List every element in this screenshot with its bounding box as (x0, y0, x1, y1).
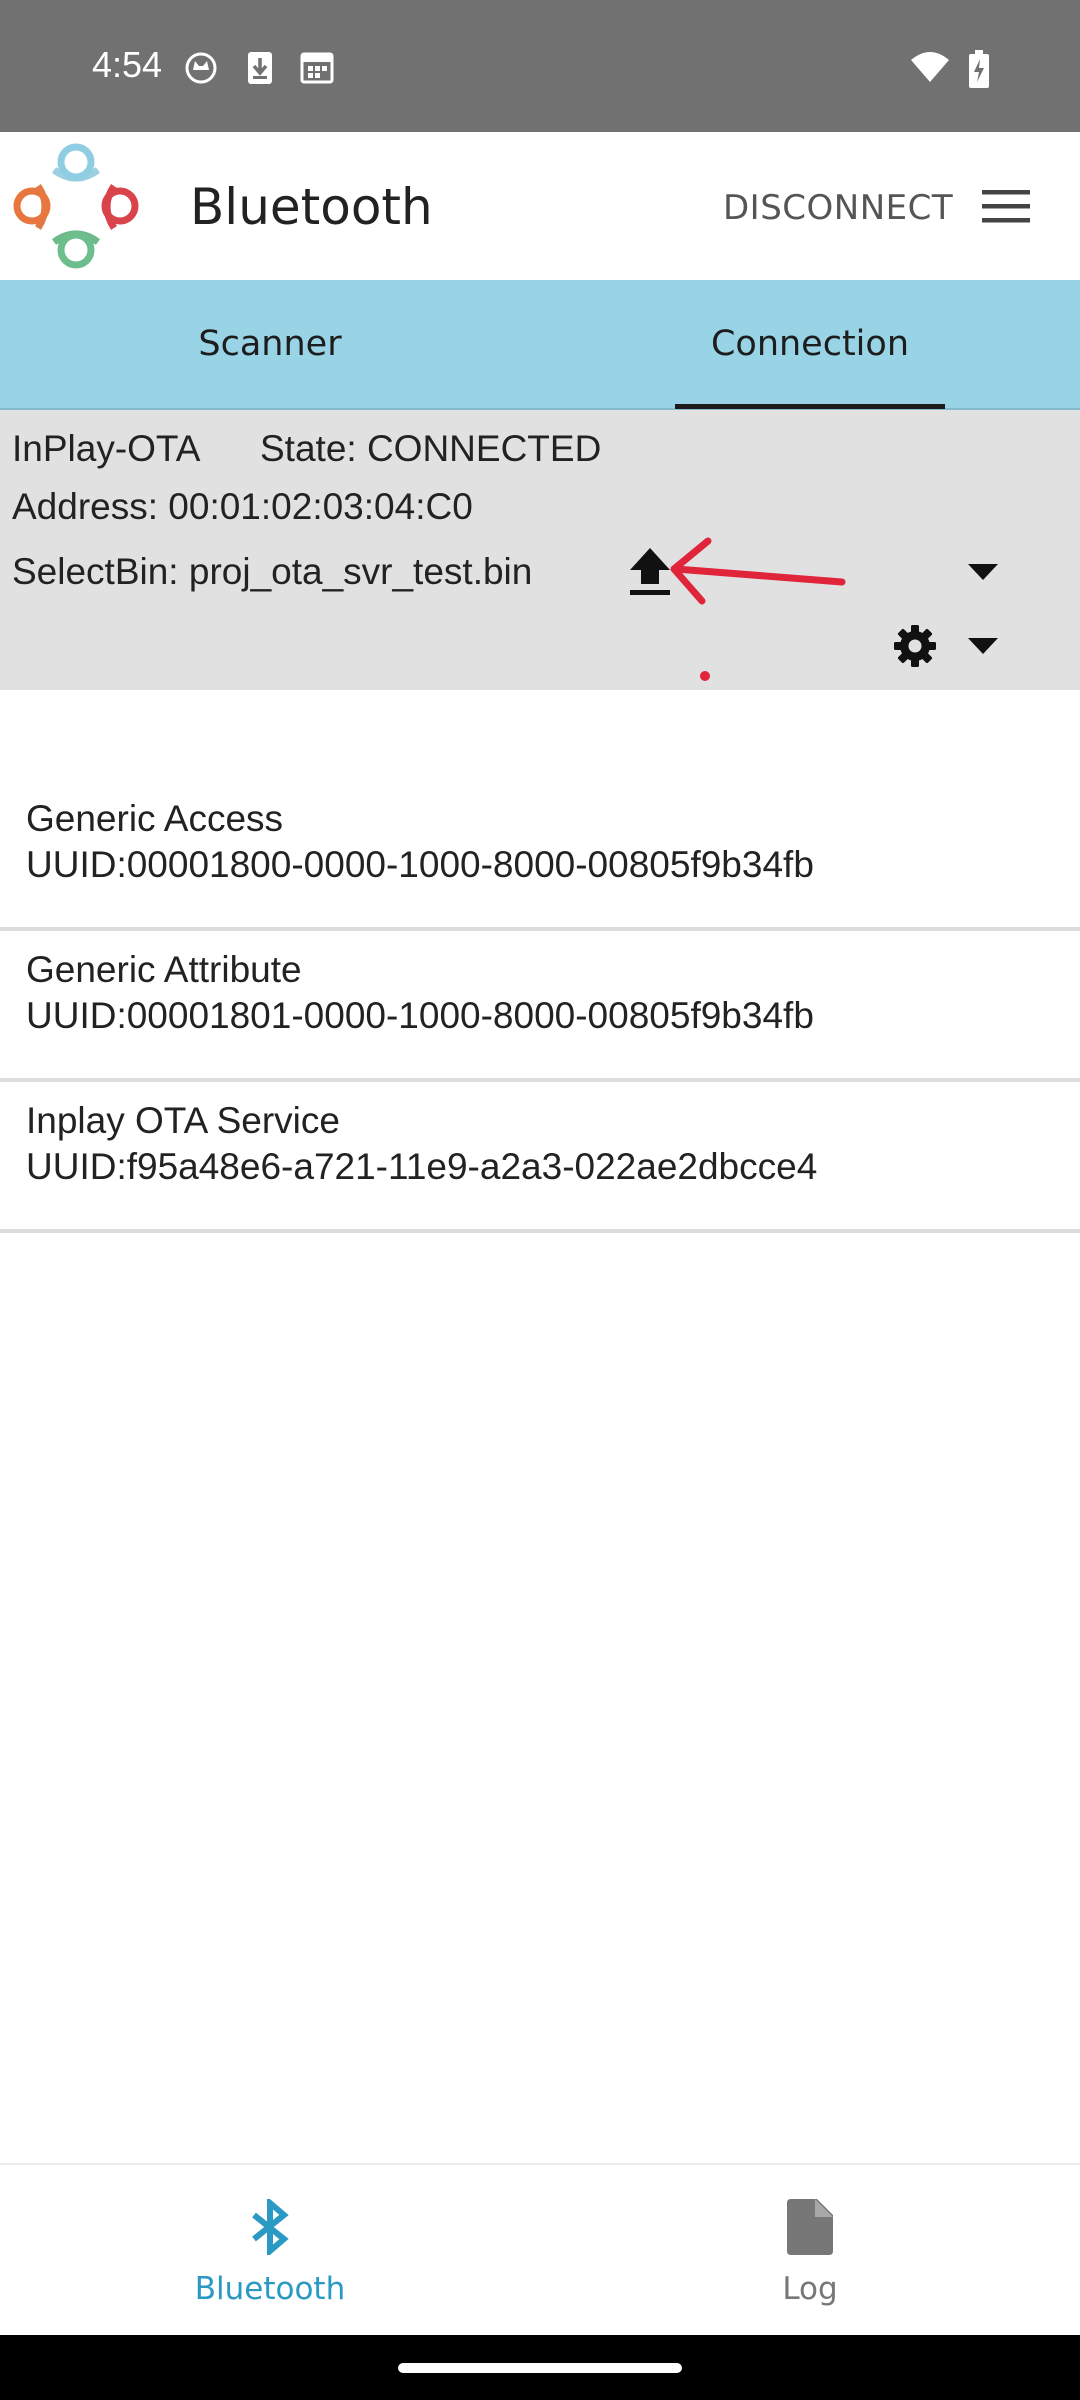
gear-icon[interactable] (893, 624, 937, 668)
nav-label-log: Log (782, 2271, 838, 2307)
service-uuid: UUID:00001801-0000-1000-8000-00805f9b34f… (26, 995, 814, 1036)
settings-dropdown-icon[interactable] (968, 638, 998, 654)
download-icon (248, 52, 272, 84)
service-uuid: UUID:00001800-0000-1000-8000-00805f9b34f… (26, 844, 814, 885)
battery-charging-icon (969, 50, 989, 88)
device-info-panel: InPlay-OTA State: CONNECTED Address: 00:… (0, 410, 1080, 690)
system-navigation-bar (0, 2335, 1080, 2400)
service-uuid: UUID:f95a48e6-a721-11e9-a2a3-022ae2dbcce… (26, 1146, 818, 1187)
bin-dropdown-icon[interactable] (968, 564, 998, 580)
status-bar: 4:54 (0, 0, 1080, 132)
cat-notification-icon (185, 52, 217, 84)
calendar-icon (300, 52, 334, 84)
nav-item-bluetooth[interactable]: Bluetooth (0, 2165, 540, 2337)
annotation-arrow-icon (670, 537, 846, 605)
nav-label-bluetooth: Bluetooth (194, 2271, 346, 2307)
device-address: Address: 00:01:02:03:04:C0 (12, 486, 473, 527)
status-time: 4:54 (92, 44, 163, 85)
service-name: Generic Attribute (26, 949, 302, 990)
app-title: Bluetooth (190, 178, 433, 236)
service-item-inplay-ota[interactable]: Inplay OTA Service UUID:f95a48e6-a721-11… (0, 1082, 1080, 1233)
tab-connection[interactable]: Connection (540, 280, 1080, 408)
app-logo (13, 143, 139, 269)
tab-scanner[interactable]: Scanner (0, 280, 540, 408)
annotation-dot (700, 671, 710, 681)
file-icon (787, 2199, 833, 2255)
service-name: Generic Access (26, 798, 284, 839)
service-item-generic-access[interactable]: Generic Access UUID:00001800-0000-1000-8… (0, 780, 1080, 931)
service-list: Generic Access UUID:00001800-0000-1000-8… (0, 780, 1080, 1233)
service-item-generic-attribute[interactable]: Generic Attribute UUID:00001801-0000-100… (0, 931, 1080, 1082)
hamburger-menu-icon[interactable] (980, 188, 1032, 224)
app-bar: Bluetooth DISCONNECT (0, 132, 1080, 280)
wifi-icon (911, 52, 949, 82)
select-bin-label: SelectBin: proj_ota_svr_test.bin (12, 551, 533, 592)
home-gesture-handle[interactable] (398, 2363, 682, 2373)
disconnect-button[interactable]: DISCONNECT (723, 188, 953, 228)
tab-bar: Scanner Connection (0, 280, 1080, 410)
connection-state: State: CONNECTED (260, 428, 602, 469)
service-name: Inplay OTA Service (26, 1100, 340, 1141)
bottom-navigation: Bluetooth Log (0, 2163, 1080, 2335)
tab-selected-indicator (675, 404, 945, 409)
device-name: InPlay-OTA (12, 428, 201, 469)
nav-item-log[interactable]: Log (540, 2165, 1080, 2337)
bluetooth-icon (252, 2199, 289, 2255)
